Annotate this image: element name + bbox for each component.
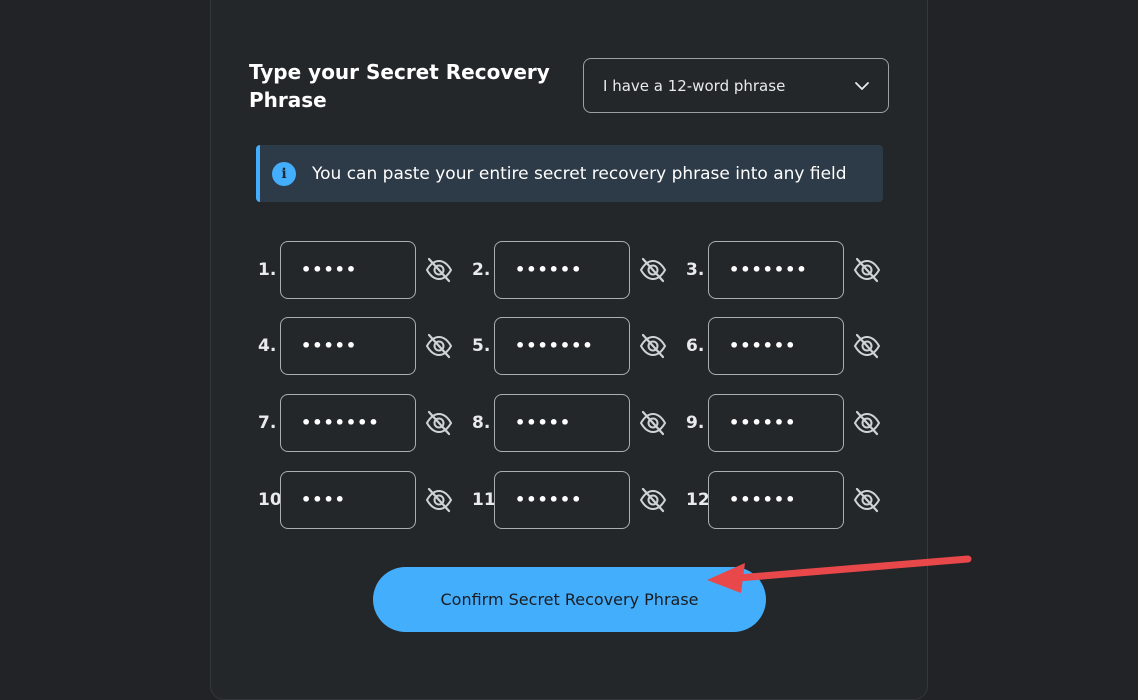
word-input[interactable]: •••••• [708,471,844,529]
eye-slash-icon[interactable] [638,256,668,284]
word-number: 6. [686,336,705,356]
word-input[interactable]: ••••••• [494,317,630,375]
word-input[interactable]: •••• [280,471,416,529]
eye-slash-icon[interactable] [852,486,882,514]
eye-slash-icon[interactable] [424,332,454,360]
word-input[interactable]: ••••••• [280,394,416,452]
word-input[interactable]: ••••• [280,241,416,299]
word-number: 1. [258,260,277,280]
word-number: 2. [472,260,491,280]
word-input[interactable]: ••••• [494,394,630,452]
eye-slash-icon[interactable] [852,332,882,360]
eye-slash-icon[interactable] [424,486,454,514]
phrase-length-select[interactable]: I have a 12-word phrase [583,58,889,113]
eye-slash-icon[interactable] [638,409,668,437]
chevron-down-icon [854,81,870,91]
info-banner: i You can paste your entire secret recov… [256,145,883,202]
word-number: 9. [686,413,705,433]
word-number: 5. [472,336,491,356]
eye-slash-icon[interactable] [424,256,454,284]
word-input[interactable]: ••••••• [708,241,844,299]
word-input[interactable]: •••••• [708,394,844,452]
word-input[interactable]: •••••• [708,317,844,375]
word-number: 3. [686,260,705,280]
eye-slash-icon[interactable] [852,256,882,284]
word-input[interactable]: •••••• [494,471,630,529]
word-number: 8. [472,413,491,433]
word-number: 7. [258,413,277,433]
word-input[interactable]: ••••• [280,317,416,375]
confirm-recovery-phrase-button[interactable]: Confirm Secret Recovery Phrase [373,567,766,632]
phrase-length-selected: I have a 12-word phrase [603,76,786,95]
info-banner-text: You can paste your entire secret recover… [312,163,847,184]
eye-slash-icon[interactable] [638,332,668,360]
word-input[interactable]: •••••• [494,241,630,299]
eye-slash-icon[interactable] [852,409,882,437]
word-number: 4. [258,336,277,356]
page-title: Type your Secret Recovery Phrase [249,60,550,112]
confirm-button-label: Confirm Secret Recovery Phrase [440,590,699,609]
eye-slash-icon[interactable] [638,486,668,514]
info-icon: i [272,161,296,186]
eye-slash-icon[interactable] [424,409,454,437]
